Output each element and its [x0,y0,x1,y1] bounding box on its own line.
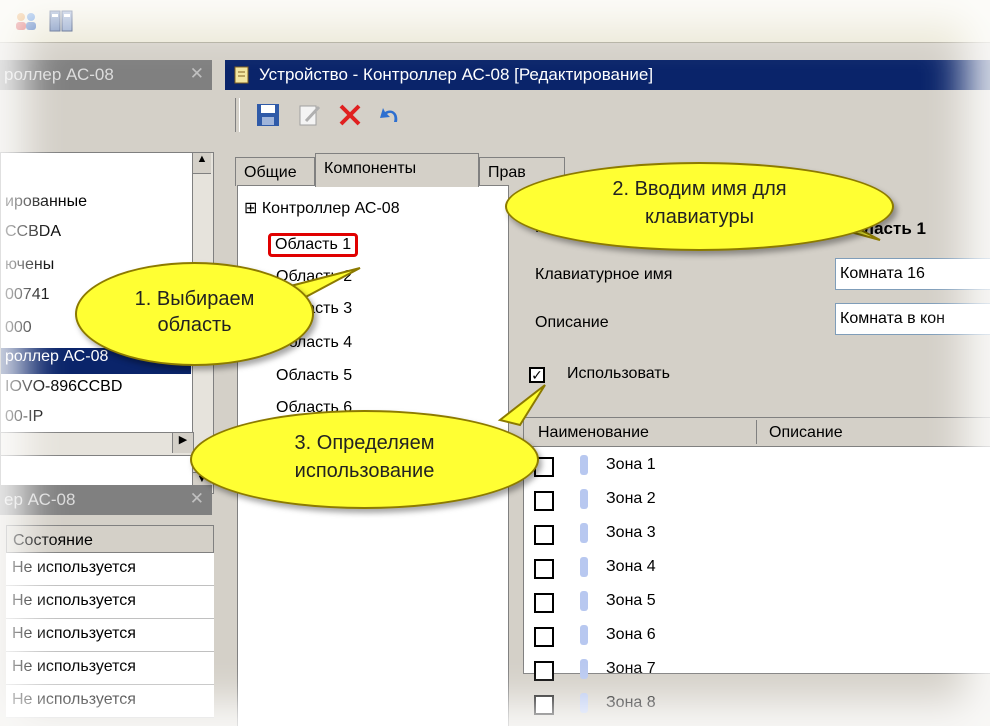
callout-define-usage: 3. Определяем использование [190,410,539,509]
screenshot-frame: роллер АС-08 ✕ ированные CCBDA ючены 007… [0,0,990,726]
callout-tails [271,196,881,427]
callout-enter-keyboard-name: 2. Вводим имя для клавиатуры [505,162,894,251]
callout-3-tail [497,384,546,427]
callout-select-area: 1. Выбираем область [75,262,314,366]
